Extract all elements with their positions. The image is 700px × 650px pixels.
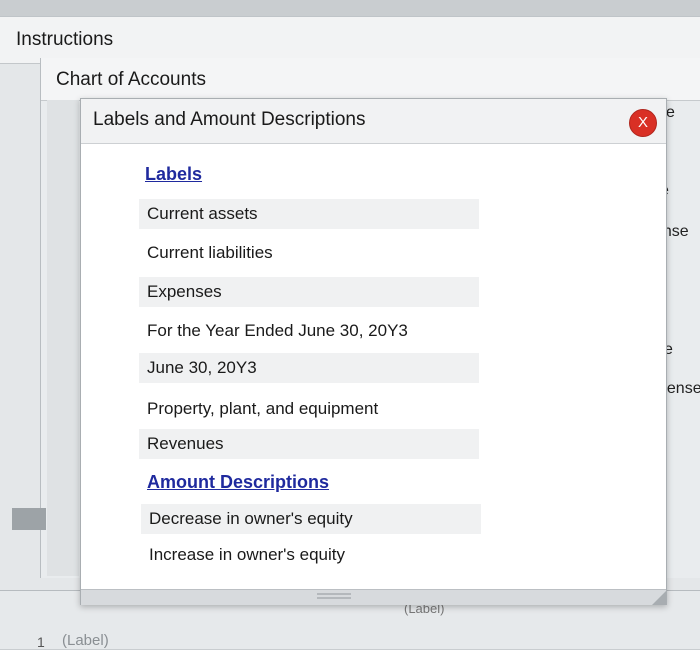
dialog-body: Labels Current assets Current liabilitie… [81,144,666,589]
row-label-select[interactable]: (Label) [62,632,109,649]
chart-of-accounts-column [47,100,79,576]
chart-of-accounts-header: Chart of Accounts [41,58,700,101]
instructions-header: Instructions [0,17,700,64]
list-item-text: Current liabilities [147,243,273,262]
amount-descriptions-heading[interactable]: Amount Descriptions [147,472,329,493]
list-item-text: June 30, 20Y3 [147,358,257,377]
list-item: Property, plant, and equipment [139,394,479,424]
list-item: Current assets [139,199,479,229]
list-item: Decrease in owner's equity [141,504,481,534]
chart-of-accounts-title: Chart of Accounts [56,69,206,90]
resize-grip-icon[interactable] [317,593,351,601]
list-item: June 30, 20Y3 [139,353,479,383]
fragment-text: e [666,104,675,121]
dialog-footer [81,589,666,605]
list-item-text: Revenues [147,434,224,453]
corner-resize-icon[interactable] [652,591,666,605]
list-item-text: Decrease in owner's equity [149,509,353,528]
list-item: Revenues [139,429,479,459]
list-item-text: For the Year Ended June 30, 20Y3 [147,321,408,340]
list-item: For the Year Ended June 30, 20Y3 [139,316,479,346]
list-item-text: Property, plant, and equipment [147,399,379,418]
close-icon: X [637,114,648,131]
instructions-title: Instructions [16,29,114,50]
list-item: Current liabilities [139,238,479,268]
list-item-text: Increase in owner's equity [149,545,346,564]
list-item: Expenses [139,277,479,307]
dialog-header: Labels and Amount Descriptions X [81,99,666,144]
scroll-indicator [12,508,46,530]
labels-heading[interactable]: Labels [145,164,202,185]
list-item-text: Current assets [147,204,258,223]
list-item: Increase in owner's equity [141,540,481,570]
close-button[interactable]: X [629,109,657,137]
list-item-text: Expenses [147,282,222,301]
labels-amount-descriptions-dialog: Labels and Amount Descriptions X Labels … [80,98,667,605]
dialog-title: Labels and Amount Descriptions [93,109,366,130]
